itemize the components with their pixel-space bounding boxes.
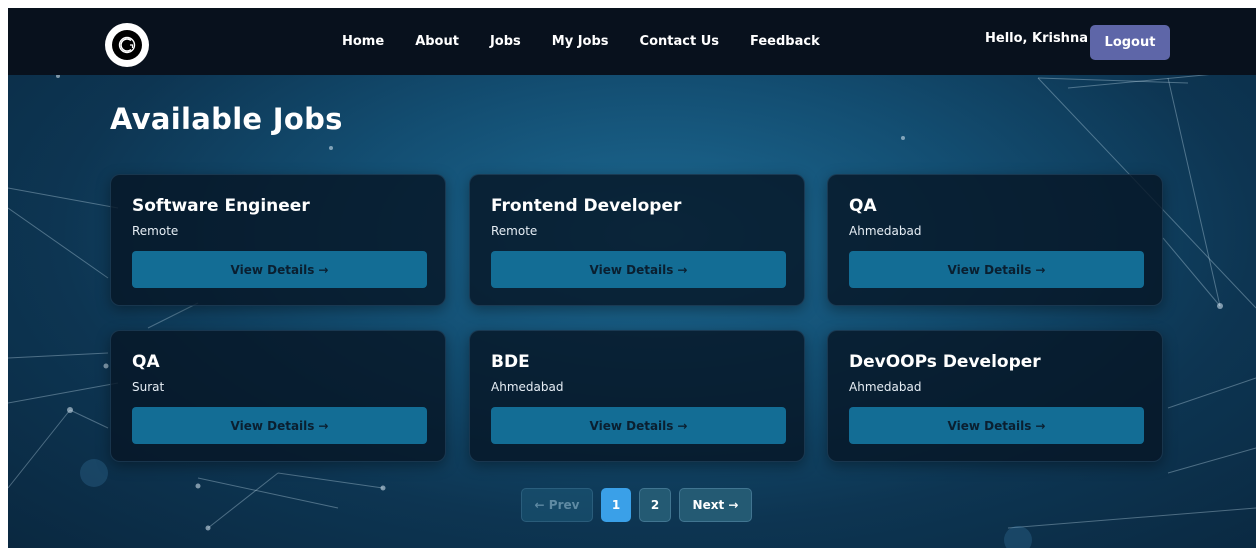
job-card-grid: Software Engineer Remote View Details → … [110, 174, 1164, 464]
job-card: Software Engineer Remote View Details → [110, 174, 446, 306]
view-details-label: View Details [947, 418, 1032, 433]
arrow-right-icon: → [677, 262, 688, 277]
job-title: Frontend Developer [491, 196, 682, 216]
job-location: Surat [132, 380, 165, 394]
view-details-label: View Details [589, 418, 674, 433]
arrow-right-icon: → [318, 418, 329, 433]
job-card: QA Surat View Details → [110, 330, 446, 462]
nav-links: Home About Jobs My Jobs Contact Us Feedb… [342, 34, 851, 49]
job-card: BDE Ahmedabad View Details → [469, 330, 805, 462]
view-details-button[interactable]: View Details → [491, 251, 786, 288]
job-location: Ahmedabad [491, 380, 564, 394]
nav-my-jobs[interactable]: My Jobs [552, 34, 609, 49]
view-details-label: View Details [589, 262, 674, 277]
logo-monogram-icon [112, 30, 142, 60]
job-location: Ahmedabad [849, 380, 922, 394]
page-1-button[interactable]: 1 [601, 488, 631, 522]
view-details-label: View Details [230, 262, 315, 277]
job-title: BDE [491, 352, 530, 372]
view-details-button[interactable]: View Details → [491, 407, 786, 444]
next-page-button[interactable]: Next → [679, 488, 752, 522]
job-title: DevOOPs Developer [849, 352, 1041, 372]
page-2-button[interactable]: 2 [639, 488, 671, 522]
view-details-button[interactable]: View Details → [849, 251, 1144, 288]
job-location: Remote [491, 224, 538, 238]
logout-button[interactable]: Logout [1090, 25, 1170, 60]
nav-jobs[interactable]: Jobs [490, 34, 521, 49]
arrow-right-icon: → [318, 262, 329, 277]
user-greeting: Hello, Krishna [985, 31, 1088, 46]
app-frame: Home About Jobs My Jobs Contact Us Feedb… [8, 8, 1256, 548]
arrow-right-icon: → [1035, 262, 1046, 277]
job-card: QA Ahmedabad View Details → [827, 174, 1163, 306]
nav-contact-us[interactable]: Contact Us [640, 34, 719, 49]
arrow-right-icon: → [1035, 418, 1046, 433]
view-details-button[interactable]: View Details → [132, 407, 427, 444]
job-location: Remote [132, 224, 179, 238]
job-card: Frontend Developer Remote View Details → [469, 174, 805, 306]
nav-home[interactable]: Home [342, 34, 384, 49]
view-details-label: View Details [230, 418, 315, 433]
view-details-button[interactable]: View Details → [132, 251, 427, 288]
job-location: Ahmedabad [849, 224, 922, 238]
arrow-right-icon: → [677, 418, 688, 433]
nav-feedback[interactable]: Feedback [750, 34, 820, 49]
logo[interactable] [105, 23, 149, 67]
job-title: Software Engineer [132, 196, 310, 216]
job-title: QA [132, 352, 160, 372]
nav-about[interactable]: About [415, 34, 459, 49]
prev-page-button[interactable]: ← Prev [521, 488, 593, 522]
page-title: Available Jobs [110, 102, 343, 136]
job-title: QA [849, 196, 877, 216]
view-details-button[interactable]: View Details → [849, 407, 1144, 444]
job-card: DevOOPs Developer Ahmedabad View Details… [827, 330, 1163, 462]
navbar: Home About Jobs My Jobs Contact Us Feedb… [8, 8, 1256, 75]
view-details-label: View Details [947, 262, 1032, 277]
